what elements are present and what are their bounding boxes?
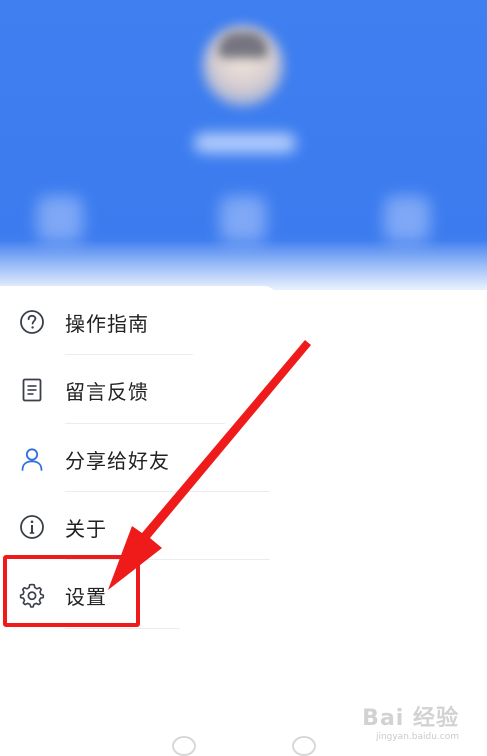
menu-item-label: 关于 (65, 516, 107, 541)
divider (65, 491, 270, 492)
avatar-hair (218, 32, 268, 58)
info-icon (19, 514, 45, 540)
menu-item-feedback[interactable]: 留言反馈 (0, 356, 278, 424)
header-stat-1[interactable] (37, 196, 83, 242)
document-icon (19, 377, 45, 403)
bottom-tab-icon-1[interactable] (172, 736, 196, 756)
menu-item-label: 分享给好友 (65, 448, 170, 473)
highlight-box (3, 555, 140, 627)
user-icon (19, 446, 45, 472)
bottom-tab-icon-2[interactable] (292, 736, 316, 756)
divider (65, 423, 225, 424)
menu-item-share[interactable]: 分享给好友 (0, 425, 278, 493)
menu-item-label: 操作指南 (65, 311, 149, 336)
divider (65, 628, 180, 629)
username-blurred (194, 133, 296, 153)
watermark-url: jingyan.baidu.com (375, 732, 459, 742)
menu-item-about[interactable]: 关于 (0, 493, 278, 561)
header-stat-2[interactable] (220, 196, 266, 242)
menu-item-guide[interactable]: 操作指南 (0, 288, 278, 356)
header-stat-3[interactable] (384, 196, 430, 242)
divider (65, 354, 193, 355)
help-circle-icon (19, 309, 45, 335)
menu-item-label: 留言反馈 (65, 379, 149, 404)
watermark-brand: Bai 经验 (362, 706, 459, 731)
